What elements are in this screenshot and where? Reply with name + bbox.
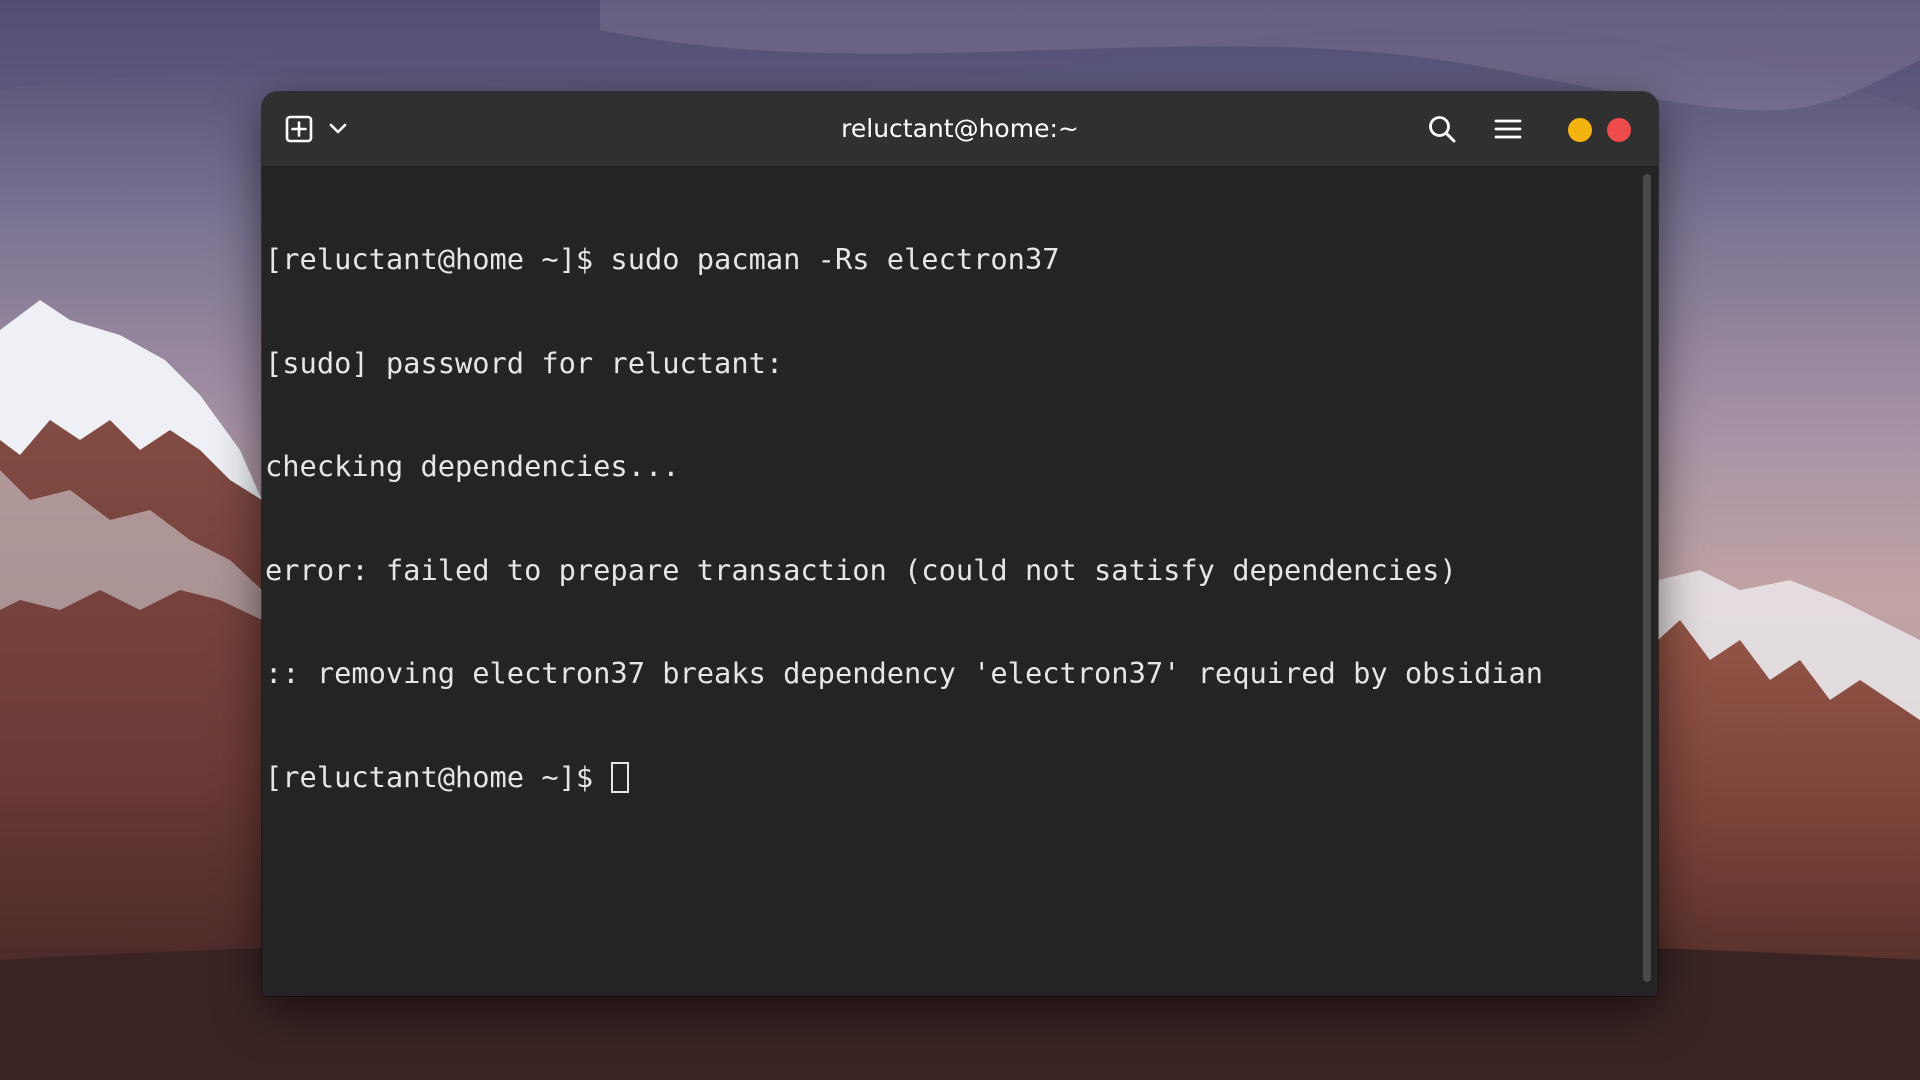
terminal-window: reluctant@home:~ [reluctant@home ~]$ sud…: [262, 92, 1658, 996]
terminal-line: [sudo] password for reluctant:: [265, 345, 784, 380]
terminal-line: :: removing electron37 breaks dependency…: [265, 656, 1544, 690]
search-icon: [1429, 116, 1456, 143]
terminal-output[interactable]: [reluctant@home ~]$ sudo pacman -Rs elec…: [262, 167, 1640, 996]
search-button[interactable]: [1419, 106, 1465, 152]
chevron-down-icon: [329, 123, 347, 134]
terminal-prompt-line: [reluctant@home ~]$: [265, 760, 1640, 795]
new-tab-plus-icon: [285, 115, 313, 143]
terminal-line: checking dependencies...: [265, 449, 680, 483]
terminal-prompt: [reluctant@home ~]$: [265, 759, 611, 794]
tab-menu-button[interactable]: [320, 106, 356, 152]
terminal-line: error: failed to prepare transaction (co…: [265, 552, 1457, 587]
terminal-scrollbar[interactable]: [1643, 174, 1651, 982]
new-tab-button[interactable]: [276, 106, 322, 152]
hamburger-menu-icon: [1494, 119, 1522, 139]
terminal-cursor: [611, 761, 630, 793]
minimize-button[interactable]: [1568, 118, 1592, 142]
menu-button[interactable]: [1485, 106, 1531, 152]
close-button[interactable]: [1607, 118, 1631, 142]
terminal-line: [reluctant@home ~]$ sudo pacman -Rs elec…: [265, 242, 1060, 276]
headerbar: reluctant@home:~: [262, 92, 1658, 167]
